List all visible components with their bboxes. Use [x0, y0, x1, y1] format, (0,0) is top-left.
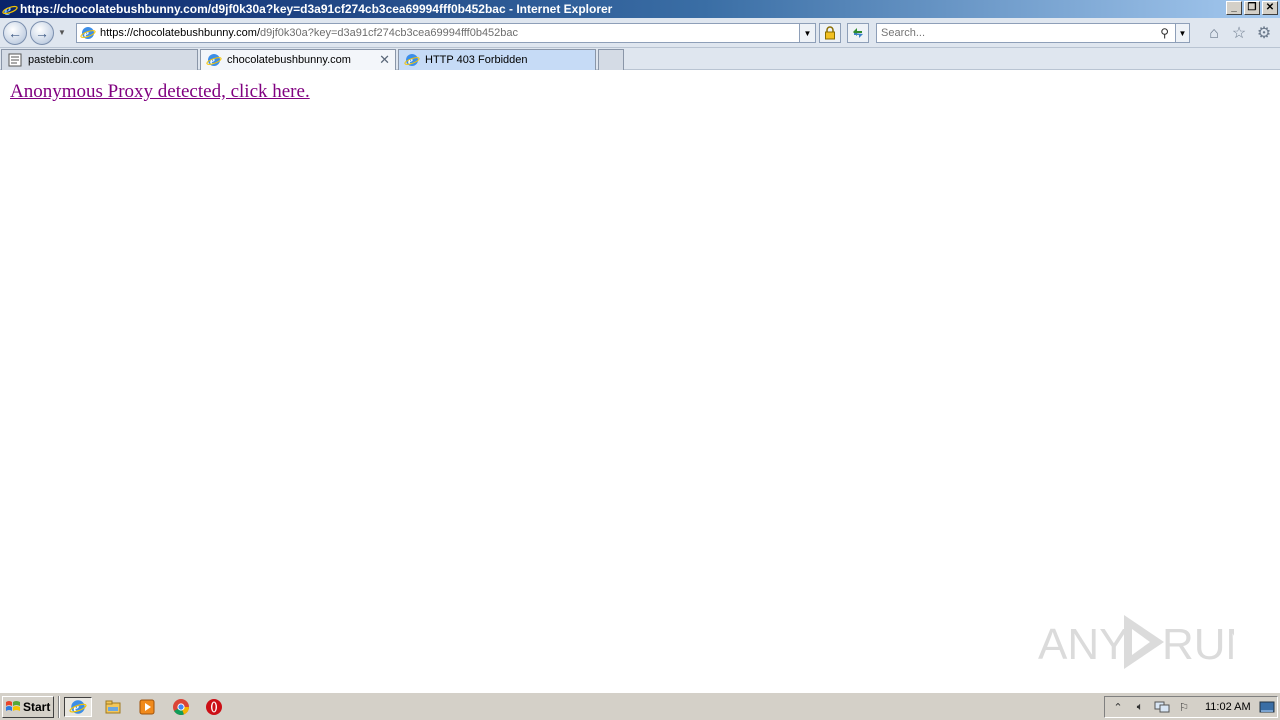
taskbar-media-player[interactable] [136, 697, 158, 717]
start-button[interactable]: Start [2, 696, 54, 718]
refresh-icon [853, 28, 863, 38]
start-label: Start [23, 700, 51, 714]
search-dropdown-icon[interactable]: ▼ [1175, 24, 1189, 42]
chrome-icon [173, 699, 189, 715]
security-lock-button[interactable] [819, 23, 841, 43]
back-icon: ← [8, 25, 22, 41]
svg-text:e: e [408, 55, 413, 67]
file-explorer-icon [105, 700, 121, 714]
taskbar-internet-explorer[interactable]: e [64, 697, 92, 717]
ie-page-icon: e [404, 52, 420, 68]
taskbar-opera[interactable] [203, 697, 225, 717]
search-input[interactable] [881, 27, 1151, 39]
search-icon[interactable]: ⚲ [1160, 26, 1169, 40]
home-icon[interactable]: ⌂ [1205, 25, 1223, 43]
internet-explorer-icon: e [69, 700, 87, 715]
volume-speaker-icon[interactable]: 🔈︎ [1131, 698, 1149, 716]
opera-icon [206, 699, 222, 715]
forward-button[interactable]: → [30, 21, 54, 45]
minimize-icon: _ [1231, 2, 1237, 13]
page-content: Anonymous Proxy detected, click here. AN… [0, 71, 1280, 692]
lock-icon [825, 26, 835, 40]
address-url[interactable]: https://chocolatebushbunny.com/d9jf0k30a… [100, 27, 518, 39]
tab-label: chocolatebushbunny.com [227, 54, 351, 66]
ie-logo-icon: e [2, 1, 18, 17]
restore-button[interactable]: ❐ [1244, 1, 1260, 15]
taskbar: Start e ⌃ 🔈︎ ⚐ 11:02 AM [0, 692, 1280, 720]
close-icon: ✕ [1265, 2, 1275, 13]
tab-pastebin[interactable]: pastebin.com [1, 49, 198, 70]
new-tab-button[interactable] [598, 49, 624, 70]
network-icon[interactable] [1153, 698, 1171, 716]
tab-label: HTTP 403 Forbidden [425, 54, 528, 66]
svg-text:e: e [84, 28, 89, 40]
media-player-icon [139, 699, 155, 715]
tab-chocolatebushbunny[interactable]: e chocolatebushbunny.com ✕ [200, 49, 396, 70]
address-host: https://chocolatebushbunny.com/ [100, 27, 261, 39]
watermark-text-left: ANY [1038, 620, 1128, 669]
tab-http-403[interactable]: e HTTP 403 Forbidden [398, 49, 596, 70]
watermark-play-icon [1124, 615, 1164, 669]
show-hidden-icons-chevron-icon[interactable]: ⌃ [1109, 698, 1127, 716]
restore-icon: ❐ [1247, 2, 1257, 13]
tab-label: pastebin.com [28, 54, 94, 66]
show-desktop-icon[interactable] [1257, 697, 1277, 717]
watermark-text-right: RUN [1162, 620, 1234, 669]
taskbar-chrome[interactable] [170, 697, 192, 717]
svg-text:e: e [210, 55, 215, 67]
windows-flag-icon [6, 701, 20, 711]
navigation-bar: ← → ▼ e https://chocolatebushbunny.com/d… [0, 18, 1280, 48]
address-bar[interactable]: e https://chocolatebushbunny.com/d9jf0k3… [76, 23, 816, 43]
tab-bar: pastebin.com e chocolatebushbunny.com ✕ … [0, 48, 1280, 70]
recent-pages-dropdown-icon[interactable]: ▼ [58, 28, 68, 38]
anyrun-watermark: ANY RUN [1038, 615, 1234, 669]
favorites-star-icon[interactable]: ☆ [1230, 25, 1248, 43]
anonymous-proxy-link[interactable]: Anonymous Proxy detected, click here. [10, 81, 310, 103]
back-button[interactable]: ← [3, 21, 27, 45]
close-tab-icon[interactable]: ✕ [379, 52, 390, 68]
refresh-button[interactable] [847, 23, 869, 43]
address-path: d9jf0k30a?key=d3a91cf274cb3cea69994fff0b… [260, 27, 519, 39]
taskbar-file-explorer[interactable] [102, 697, 124, 717]
minimize-button[interactable]: _ [1226, 1, 1242, 15]
window-title: https://chocolatebushbunny.com/d9jf0k30a… [20, 2, 613, 16]
pastebin-icon [7, 52, 23, 68]
taskbar-separator [58, 696, 60, 718]
window-controls: _ ❐ ✕ [1226, 1, 1278, 15]
system-tray: ⌃ 🔈︎ ⚐ 11:02 AM [1104, 696, 1278, 718]
window-title-bar[interactable]: e https://chocolatebushbunny.com/d9jf0k3… [0, 0, 1280, 18]
close-window-button[interactable]: ✕ [1262, 1, 1278, 15]
action-center-flag-icon[interactable]: ⚐ [1175, 698, 1193, 716]
forward-icon: → [35, 25, 49, 41]
address-dropdown-icon[interactable]: ▼ [799, 24, 815, 42]
taskbar-clock[interactable]: 11:02 AM [1205, 701, 1251, 713]
ie-page-icon: e [80, 25, 96, 41]
search-box[interactable]: ⚲ ▼ [876, 23, 1190, 43]
settings-gear-icon[interactable]: ⚙ [1255, 25, 1273, 43]
ie-page-icon: e [206, 52, 222, 68]
